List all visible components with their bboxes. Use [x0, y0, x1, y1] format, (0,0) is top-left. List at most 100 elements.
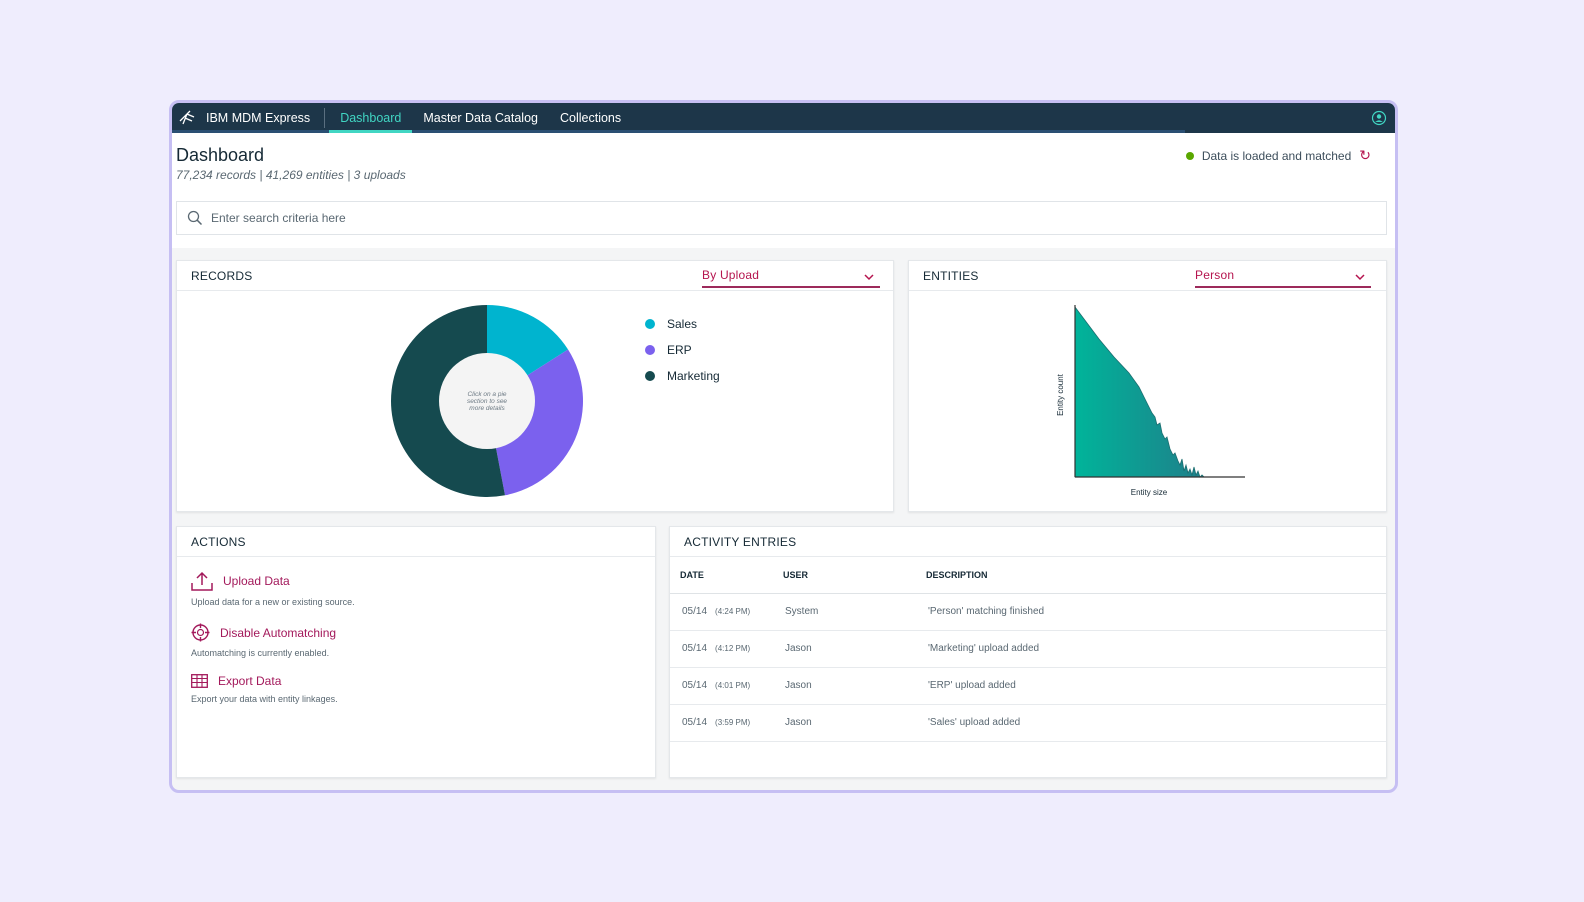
activity-table: DATE USER DESCRIPTION 05/14 (4:24 PM) Sys…	[670, 557, 1386, 742]
user-profile-icon[interactable]	[1371, 110, 1387, 126]
tab-dashboard[interactable]: Dashboard	[329, 103, 413, 133]
actions-card-header: ACTIONS	[177, 527, 655, 557]
row-date-day: 05/14	[682, 643, 708, 654]
top-nav-bar: IBM MDM Express Dashboard Master Data Ca…	[172, 103, 1395, 133]
mdm-logo-icon	[179, 110, 195, 125]
row-description: 'Person' matching finished	[916, 593, 1386, 631]
actions-card: ACTIONS Upload Data Upload data for a ne…	[176, 526, 656, 778]
row-date-time: (3:59 PM)	[715, 718, 751, 727]
legend-item-sales[interactable]: Sales	[645, 317, 720, 331]
brand-name: IBM MDM Express	[206, 111, 311, 125]
entity-type-dropdown[interactable]: Person	[1195, 264, 1371, 288]
donut-hint-line-3: more details	[469, 405, 505, 412]
row-description: 'Sales' upload added	[916, 704, 1386, 742]
legend-item-erp[interactable]: ERP	[645, 343, 720, 357]
crosshair-icon	[191, 623, 210, 642]
entities-card-header: ENTITIES Person	[909, 261, 1386, 291]
actions-title: ACTIONS	[191, 534, 246, 549]
tab-master-data-catalog[interactable]: Master Data Catalog	[412, 103, 549, 133]
entities-card: ENTITIES Person Entity count Entity size	[908, 260, 1387, 512]
search-input[interactable]	[211, 211, 1291, 225]
row-user: Jason	[773, 667, 916, 705]
row-date: 05/14 (4:24 PM)	[670, 593, 773, 631]
row-date-day: 05/14	[682, 680, 708, 691]
table-row[interactable]: 05/14 (4:12 PM) Jason 'Marketing' upload …	[670, 630, 1386, 668]
disable-automatching-link[interactable]: Disable Automatching	[191, 623, 655, 642]
records-dropdown-value: By Upload	[702, 268, 760, 282]
chevron-down-icon	[864, 274, 874, 281]
row-date: 05/14 (4:12 PM)	[670, 630, 773, 668]
y-axis-label: Entity count	[1056, 373, 1065, 416]
disable-automatching-desc: Automatching is currently enabled.	[191, 648, 330, 658]
upload-icon	[191, 571, 213, 591]
column-header-date[interactable]: DATE	[670, 557, 773, 594]
legend-label: Sales	[667, 317, 698, 331]
entity-type-value: Person	[1195, 268, 1235, 282]
entity-distribution-chart[interactable]: Entity count Entity size	[1039, 299, 1299, 509]
row-date: 05/14 (3:59 PM)	[670, 704, 773, 742]
action-upload-data: Upload Data Upload data for a new or exi…	[191, 571, 655, 607]
donut-hint-line-1: Click on a pie	[467, 391, 506, 398]
table-row[interactable]: 05/14 (4:01 PM) Jason 'ERP' upload added	[670, 667, 1386, 705]
row-user: Jason	[773, 630, 916, 668]
page-header: Dashboard 77,234 records | 41,269 entiti…	[172, 133, 1395, 203]
app-window: IBM MDM Express Dashboard Master Data Ca…	[169, 100, 1398, 793]
export-data-link[interactable]: Export Data	[191, 674, 655, 688]
records-card: RECORDS By Upload Click on a pie section…	[176, 260, 894, 512]
legend-dot-erp	[645, 345, 655, 355]
activity-title: ACTIVITY ENTRIES	[684, 534, 797, 549]
table-row[interactable]: 05/14 (4:24 PM) System 'Person' matching …	[670, 593, 1386, 631]
legend-dot-sales	[645, 319, 655, 329]
legend-label: ERP	[667, 343, 692, 357]
page-summary: 77,234 records | 41,269 entities | 3 upl…	[176, 168, 406, 182]
records-card-header: RECORDS By Upload	[177, 261, 893, 291]
tab-collections[interactable]: Collections	[549, 103, 632, 133]
export-data-label: Export Data	[218, 674, 282, 688]
data-status: Data is loaded and matched ↻	[1185, 147, 1371, 164]
status-text: Data is loaded and matched	[1201, 148, 1352, 163]
row-date-day: 05/14	[682, 606, 708, 617]
chevron-down-icon	[1355, 274, 1365, 281]
column-header-user[interactable]: USER	[773, 557, 916, 594]
row-description: 'ERP' upload added	[916, 667, 1386, 705]
brand[interactable]: IBM MDM Express	[172, 103, 324, 133]
records-donut-chart[interactable]: Click on a pie section to see more detai…	[387, 301, 587, 501]
refresh-icon[interactable]: ↻	[1359, 147, 1371, 164]
upload-data-link[interactable]: Upload Data	[191, 571, 655, 591]
row-date-day: 05/14	[682, 717, 708, 728]
row-date-time: (4:01 PM)	[715, 681, 751, 690]
donut-hint-line-2: section to see	[467, 398, 507, 405]
row-user: System	[773, 593, 916, 631]
records-group-dropdown[interactable]: By Upload	[702, 264, 880, 288]
search-bar[interactable]	[176, 201, 1387, 235]
actions-list: Upload Data Upload data for a new or exi…	[177, 557, 655, 704]
disable-automatching-label: Disable Automatching	[220, 625, 337, 640]
table-row[interactable]: 05/14 (3:59 PM) Jason 'Sales' upload adde…	[670, 704, 1386, 742]
records-legend: Sales ERP Marketing	[645, 317, 720, 395]
upload-data-desc: Upload data for a new or existing source…	[191, 597, 355, 607]
row-description: 'Marketing' upload added	[916, 630, 1386, 668]
records-title: RECORDS	[191, 268, 253, 283]
legend-item-marketing[interactable]: Marketing	[645, 369, 720, 383]
upload-data-label: Upload Data	[223, 574, 290, 588]
action-disable-automatching: Disable Automatching Automatching is cur…	[191, 623, 655, 658]
activity-card: ACTIVITY ENTRIES DATE USER DESCRIPTION 0…	[669, 526, 1387, 778]
search-icon	[187, 210, 203, 226]
legend-dot-marketing	[645, 371, 655, 381]
action-export-data: Export Data Export your data with entity…	[191, 674, 655, 704]
entity-distribution-area	[1074, 305, 1205, 478]
table-icon	[191, 674, 208, 688]
status-dot-icon	[1185, 151, 1194, 160]
row-user: Jason	[773, 704, 916, 742]
entities-title: ENTITIES	[923, 268, 979, 283]
x-axis-label: Entity size	[1131, 488, 1168, 497]
column-header-description[interactable]: DESCRIPTION	[916, 557, 1386, 594]
activity-header-row: DATE USER DESCRIPTION	[670, 557, 1386, 594]
legend-label: Marketing	[667, 369, 720, 383]
export-data-desc: Export your data with entity linkages.	[191, 694, 338, 704]
row-date-time: (4:12 PM)	[715, 644, 751, 653]
row-date: 05/14 (4:01 PM)	[670, 667, 773, 705]
row-date-time: (4:24 PM)	[715, 607, 751, 616]
activity-card-header: ACTIVITY ENTRIES	[670, 527, 1386, 557]
nav-separator	[324, 108, 326, 128]
